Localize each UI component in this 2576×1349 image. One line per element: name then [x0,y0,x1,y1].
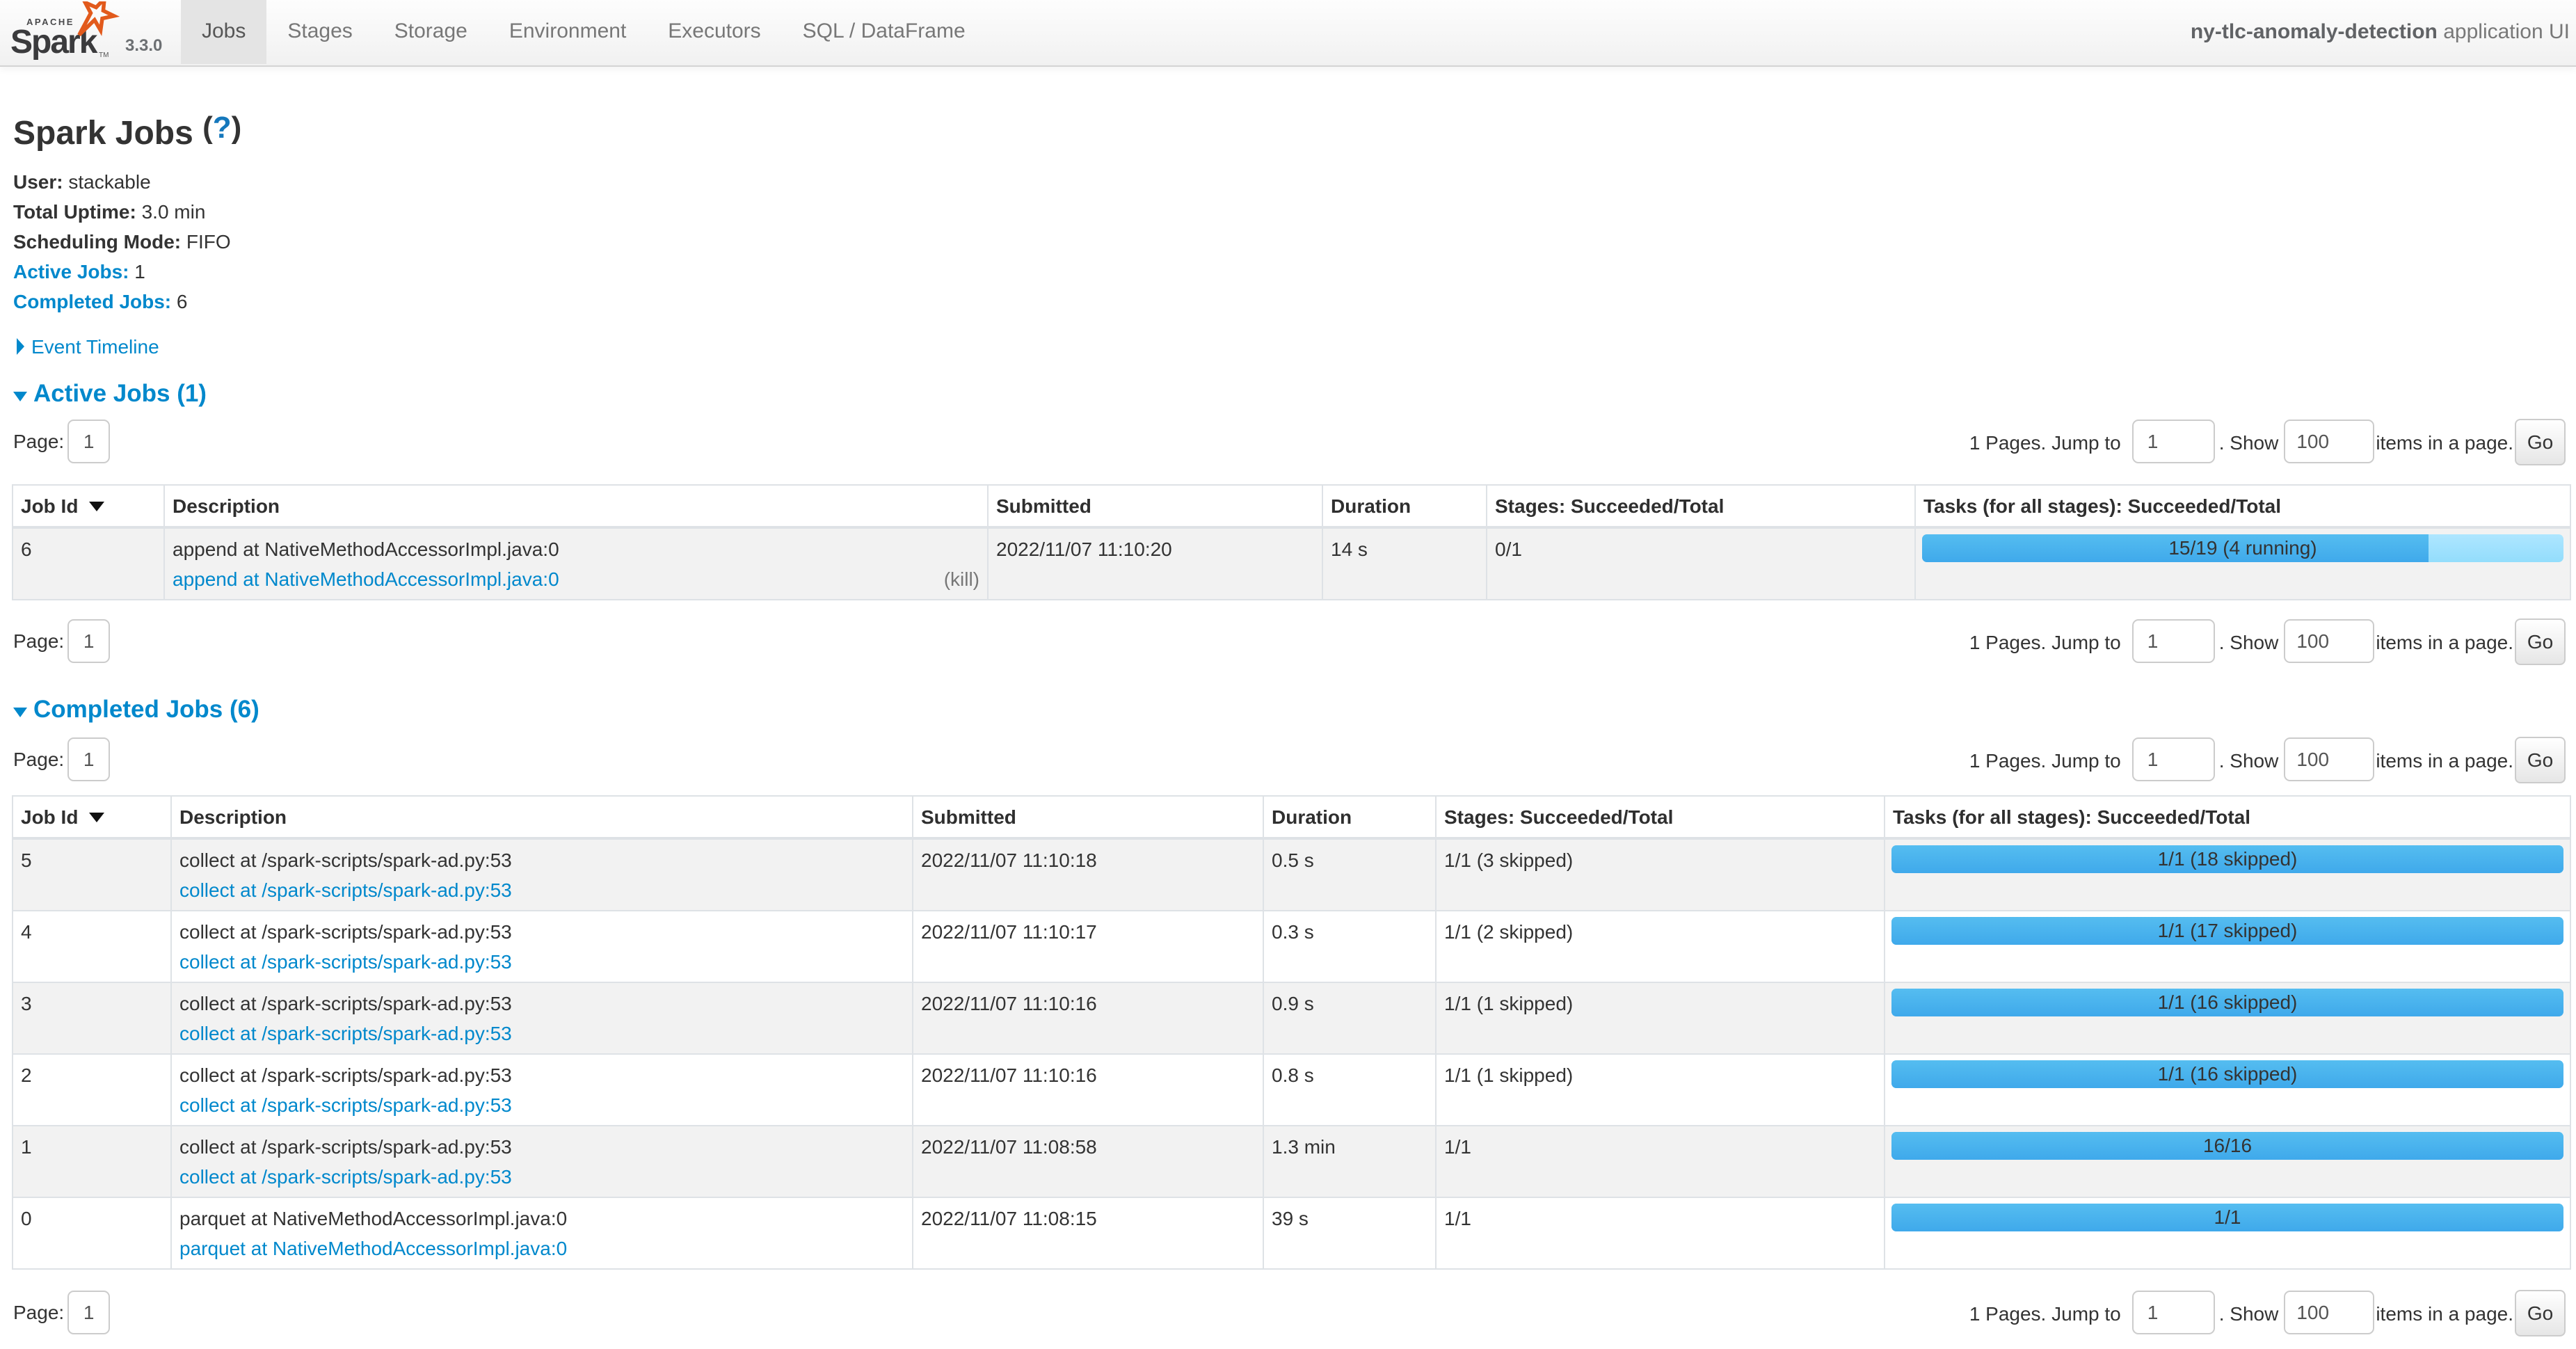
svg-text:TM: TM [99,51,109,59]
